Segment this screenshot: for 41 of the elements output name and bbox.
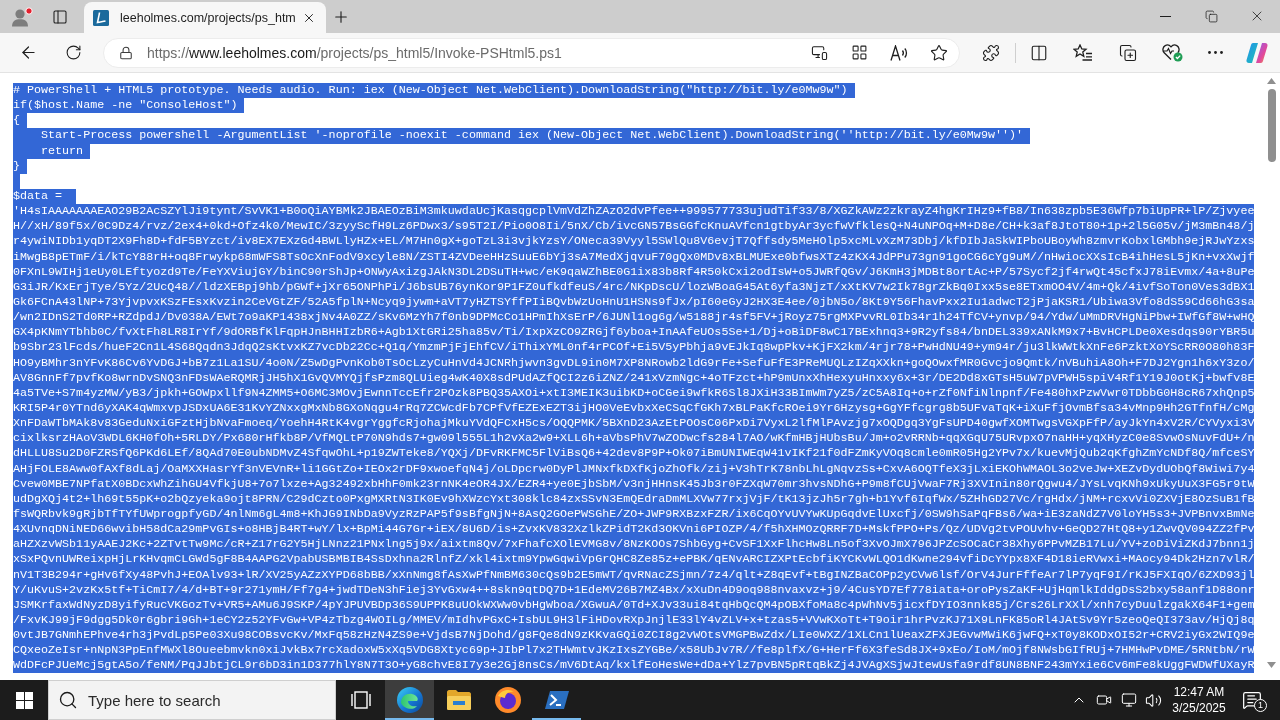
star-icon [930, 43, 948, 62]
scroll-up-arrow-icon[interactable] [1267, 78, 1276, 84]
clock-button[interactable]: 12:47 AM 3/25/2025 [1166, 680, 1232, 720]
swirl-circle-icon [396, 687, 423, 713]
speaker-icon [1145, 691, 1162, 709]
url-text: https://www.leeholmes.com/projects/ps_html5/Invoke-PSHtml5.ps1 [147, 44, 563, 61]
camera-icon [1095, 692, 1112, 708]
scroll-down-arrow-icon[interactable] [1267, 662, 1276, 668]
message-icon [1242, 690, 1262, 710]
slanted-bars-logo-icon [1246, 41, 1268, 64]
browser-tab[interactable]: leeholmes.com/projects/ps_htm [84, 2, 326, 33]
lock-icon [119, 45, 133, 60]
notification-badge: 1 [1254, 699, 1267, 712]
plus-icon [332, 8, 350, 26]
text-sound-icon [890, 44, 908, 61]
stroke-tile-icon [93, 9, 109, 26]
squares-plus-icon [1119, 43, 1137, 62]
folder-icon [446, 690, 471, 710]
profile-silhouette-icon [11, 7, 33, 27]
heart-pulse-check-icon [1161, 43, 1183, 62]
four-squares-icon [15, 691, 33, 709]
address-field[interactable]: https://www.leeholmes.com/projects/ps_html5/Invoke-PSHtml5.ps1 [103, 37, 960, 68]
task-view-icon [350, 691, 371, 709]
grid-icon [850, 44, 868, 61]
more-icon [1207, 51, 1223, 54]
minimize-icon [1159, 15, 1171, 17]
taskbar-app-button[interactable] [385, 680, 434, 720]
terminal-prompt-icon [544, 691, 569, 709]
puzzle-icon [982, 43, 1000, 62]
monitor-phone-icon [810, 44, 828, 61]
refresh-icon [64, 44, 82, 61]
scrollbar-thumb[interactable] [1267, 89, 1276, 162]
restore-icon [1204, 9, 1218, 23]
search-field[interactable]: Type here to search [48, 680, 336, 720]
split-screen-icon [1030, 43, 1048, 62]
ringed-globe-icon [494, 687, 521, 713]
search-icon [58, 690, 78, 710]
monitor-icon [1120, 692, 1137, 708]
star-list-icon [1073, 44, 1093, 61]
notifications-button[interactable]: 1 [1232, 680, 1272, 720]
panel-icon [52, 9, 68, 25]
